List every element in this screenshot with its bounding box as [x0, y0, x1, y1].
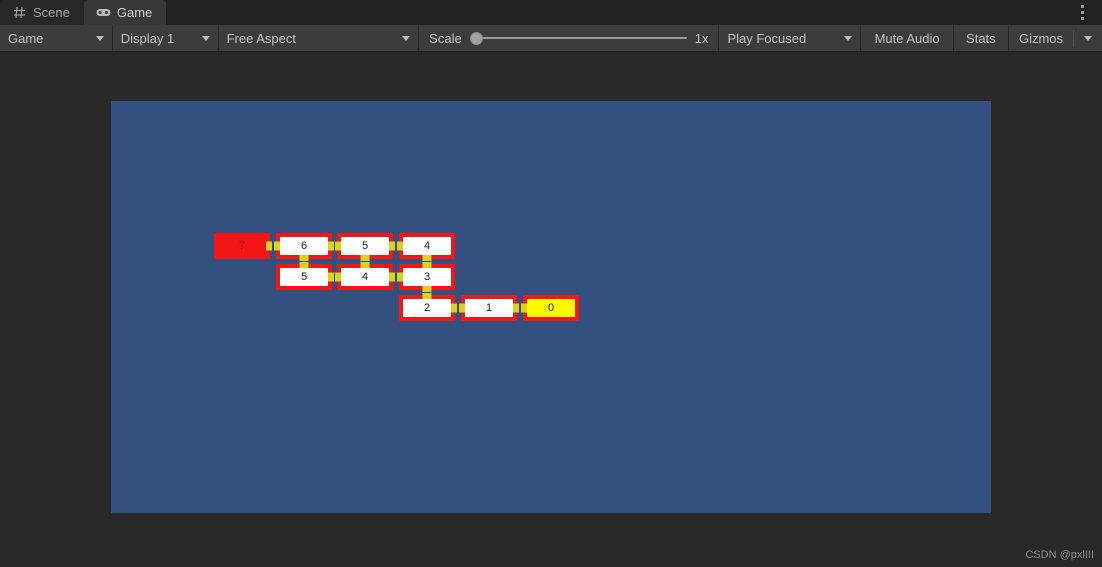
node-connector-top: [422, 293, 432, 299]
node-connector-top: [422, 262, 432, 268]
game-viewport-area: 7 6 5 4 5 4 3 2 1 0: [0, 52, 1102, 567]
aspect-ratio-dropdown[interactable]: Free Aspect: [218, 25, 420, 51]
gizmos-button[interactable]: Gizmos: [1008, 25, 1102, 51]
node-connector-left: [274, 241, 280, 251]
node-connector-bottom: [360, 255, 370, 261]
mute-audio-button[interactable]: Mute Audio: [861, 25, 954, 51]
game-node-5[interactable]: 5: [335, 233, 395, 261]
stats-label: Stats: [966, 30, 996, 46]
aspect-ratio-label: Free Aspect: [226, 30, 296, 46]
node-connector-right: [328, 272, 334, 282]
scale-slider[interactable]: [469, 31, 687, 45]
game-node-label: 0: [547, 301, 555, 314]
game-node-label: 2: [423, 301, 431, 314]
tab-game-label: Game: [116, 5, 153, 20]
game-mode-dropdown[interactable]: Game: [0, 25, 113, 51]
game-node-4[interactable]: 4: [397, 233, 455, 261]
game-node-5[interactable]: 5: [276, 262, 334, 290]
game-node-4[interactable]: 4: [335, 262, 395, 290]
node-connector-bottom: [299, 255, 309, 261]
node-connector-right: [389, 241, 395, 251]
node-connector-left: [397, 241, 403, 251]
node-connector-right: [266, 241, 272, 251]
gizmos-separator: [1073, 29, 1075, 47]
node-connector-bottom: [422, 255, 432, 261]
stats-button[interactable]: Stats: [953, 25, 1009, 51]
node-connector-right: [451, 303, 457, 313]
tab-scene[interactable]: Scene: [0, 0, 84, 25]
node-connector-top: [299, 262, 309, 268]
chevron-down-icon: [95, 35, 104, 41]
game-node-2[interactable]: 2: [399, 293, 457, 321]
gizmos-label: Gizmos: [1018, 30, 1064, 46]
game-node-label: 4: [361, 270, 369, 283]
scale-slider-track: [469, 37, 687, 39]
tab-scene-label: Scene: [33, 5, 70, 20]
grid-icon: [12, 5, 27, 20]
game-node-3[interactable]: 3: [397, 262, 455, 292]
game-node-0[interactable]: 0: [521, 295, 579, 321]
game-node-7[interactable]: 7: [214, 233, 272, 259]
node-connector-left: [335, 272, 341, 282]
scale-label: Scale: [429, 30, 462, 46]
display-dropdown[interactable]: Display 1: [112, 25, 219, 51]
node-connector-right: [328, 241, 334, 251]
node-connector-left: [459, 303, 465, 313]
game-node-label: 1: [485, 301, 493, 314]
chevron-down-icon[interactable]: [1084, 35, 1093, 41]
node-connector-right: [389, 272, 395, 282]
game-node-label: 3: [423, 270, 431, 283]
node-connector-left: [397, 272, 403, 282]
play-mode-dropdown[interactable]: Play Focused: [719, 25, 862, 51]
scale-control[interactable]: Scale 1x: [419, 25, 720, 51]
game-node-label: 5: [300, 270, 308, 283]
scale-slider-knob[interactable]: [469, 31, 483, 45]
chevron-down-icon: [201, 35, 210, 41]
scale-value: 1x: [694, 30, 709, 46]
game-node-label: 4: [423, 239, 431, 252]
game-node-label: 7: [238, 239, 246, 252]
node-connector-top: [360, 262, 370, 268]
kebab-menu-icon[interactable]: [1070, 0, 1094, 25]
play-mode-label: Play Focused: [727, 30, 807, 46]
tab-bar: Scene Game: [0, 0, 1102, 25]
game-node-1[interactable]: 1: [459, 295, 519, 321]
node-connector-left: [521, 303, 527, 313]
unity-game-view: Scene Game Game Display 1 Free Aspect Sc…: [0, 0, 1102, 567]
chevron-down-icon: [844, 35, 853, 41]
game-mode-label: Game: [8, 30, 44, 46]
tab-game[interactable]: Game: [83, 0, 167, 25]
node-connector-right: [513, 303, 519, 313]
mute-audio-label: Mute Audio: [874, 30, 940, 46]
game-node-label: 5: [361, 239, 369, 252]
chevron-down-icon: [402, 35, 411, 41]
node-connector-bottom: [422, 286, 432, 292]
game-render-canvas[interactable]: 7 6 5 4 5 4 3 2 1 0: [111, 101, 991, 513]
gamepad-icon: [96, 5, 111, 20]
node-connector-left: [335, 241, 341, 251]
display-label: Display 1: [120, 30, 175, 46]
watermark-text: CSDN @pxlIII: [1025, 549, 1094, 561]
game-node-6[interactable]: 6: [274, 233, 334, 261]
game-view-toolbar: Game Display 1 Free Aspect Scale 1x Play…: [0, 25, 1102, 52]
game-node-label: 6: [300, 239, 308, 252]
